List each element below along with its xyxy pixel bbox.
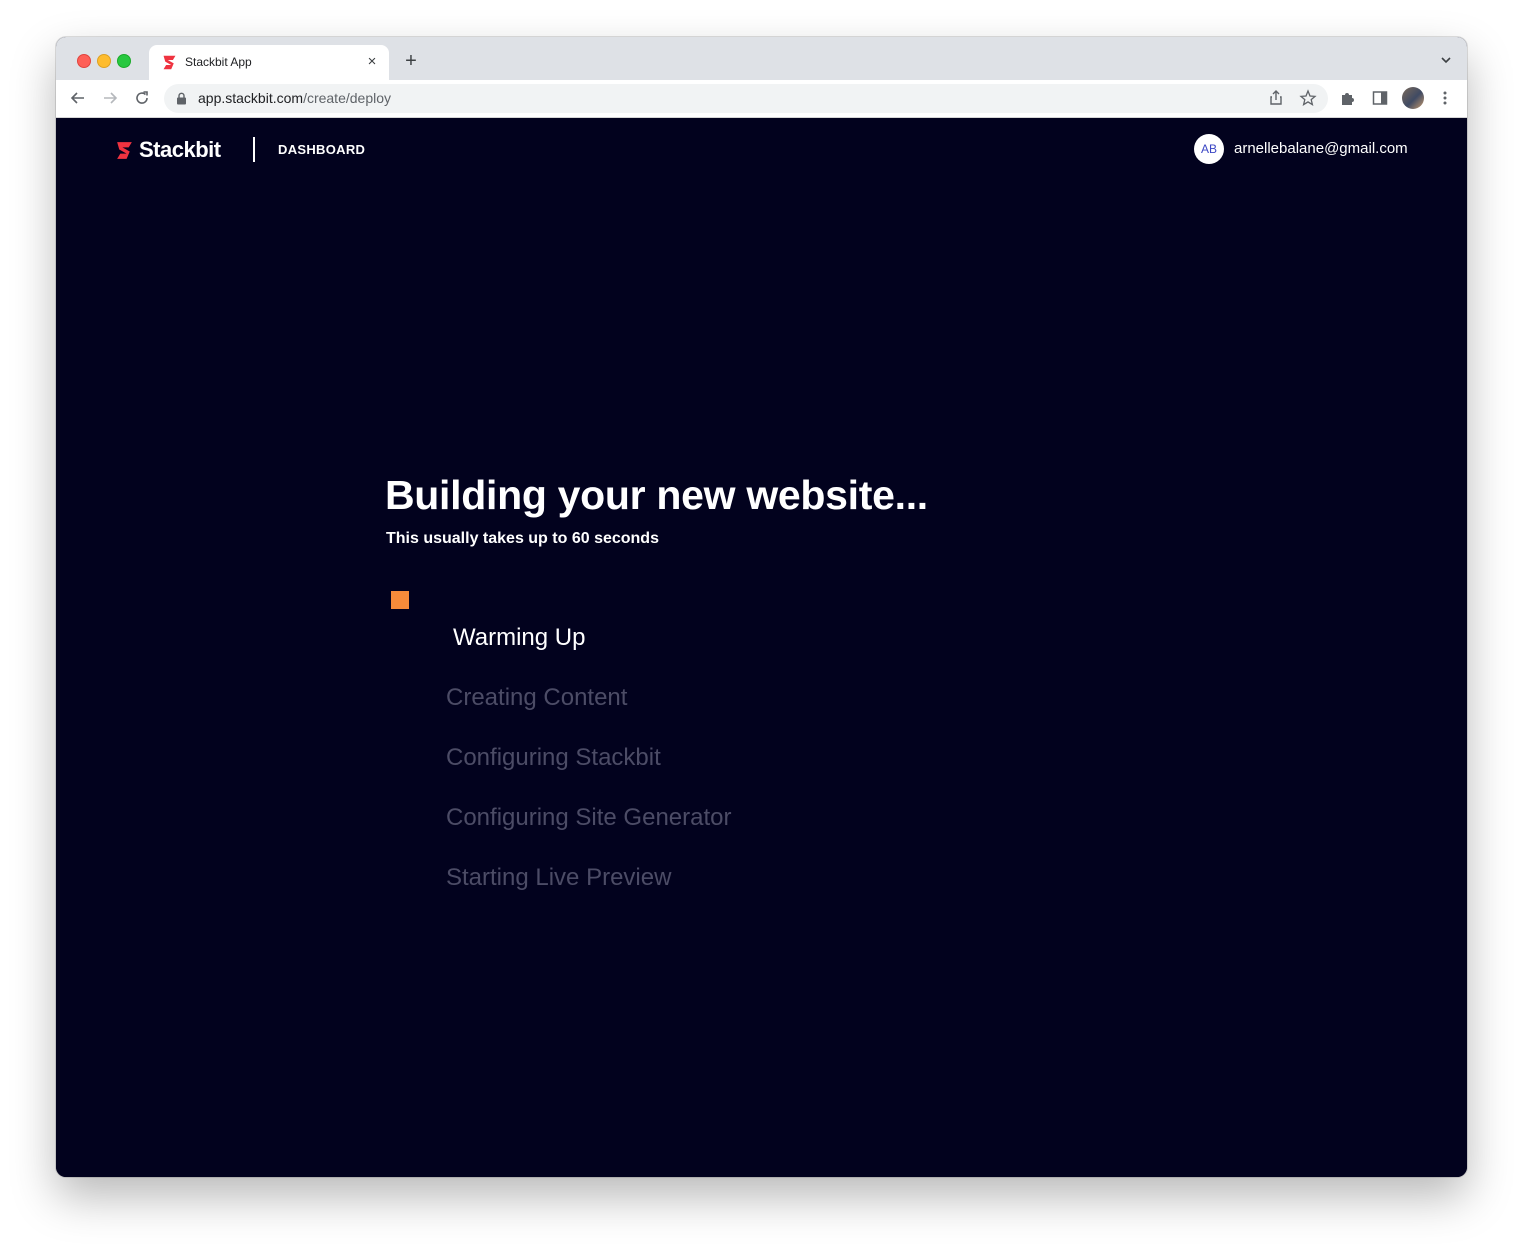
arrow-left-icon[interactable] xyxy=(69,89,87,107)
tab-strip: Stackbit App × + xyxy=(56,37,1467,80)
user-email[interactable]: arnellebalane@gmail.com xyxy=(1234,140,1408,157)
step-creating-content: Creating Content xyxy=(446,684,628,711)
puzzle-icon[interactable] xyxy=(1339,89,1357,107)
zoom-window-button[interactable] xyxy=(117,54,131,68)
user-avatar[interactable]: AB xyxy=(1194,134,1224,164)
tab-stackbit-app[interactable]: Stackbit App × xyxy=(149,45,389,80)
step-starting-live-preview: Starting Live Preview xyxy=(446,864,672,891)
step-warming-up: Warming Up xyxy=(453,624,586,651)
progress-indicator xyxy=(391,591,409,609)
header-divider xyxy=(253,137,255,162)
new-tab-button[interactable]: + xyxy=(400,51,422,73)
tab-close-icon[interactable]: × xyxy=(363,53,381,71)
browser-toolbar: app.stackbit.com/create/deploy xyxy=(56,80,1467,118)
tab-title: Stackbit App xyxy=(185,55,252,69)
page-subtitle: This usually takes up to 60 seconds xyxy=(386,530,659,547)
kebab-menu-icon[interactable] xyxy=(1436,89,1454,107)
reload-icon[interactable] xyxy=(133,89,151,107)
brand-name: Stackbit xyxy=(139,137,221,162)
browser-window: Stackbit App × + app.stackbit.com/create… xyxy=(56,37,1467,1177)
share-icon[interactable] xyxy=(1267,89,1285,107)
brand-logo-link[interactable]: Stackbit xyxy=(114,137,221,162)
step-configuring-stackbit: Configuring Stackbit xyxy=(446,744,661,771)
star-icon[interactable] xyxy=(1299,89,1317,107)
profile-avatar[interactable] xyxy=(1402,87,1424,109)
minimize-window-button[interactable] xyxy=(97,54,111,68)
chevron-down-icon[interactable] xyxy=(1439,53,1453,67)
url-text: app.stackbit.com/create/deploy xyxy=(198,90,391,106)
app-page: Stackbit DASHBOARD AB arnellebalane@gmai… xyxy=(56,118,1467,1177)
stackbit-logo-icon xyxy=(117,141,132,159)
dashboard-link[interactable]: DASHBOARD xyxy=(278,142,365,157)
url-host: app.stackbit.com xyxy=(198,90,304,106)
lock-icon xyxy=(177,92,186,105)
url-path: /create/deploy xyxy=(303,90,392,106)
page-title: Building your new website... xyxy=(385,472,928,518)
close-window-button[interactable] xyxy=(77,54,91,68)
stackbit-logo-icon xyxy=(163,55,176,70)
step-configuring-site-generator: Configuring Site Generator xyxy=(446,804,732,831)
arrow-right-icon[interactable] xyxy=(101,89,119,107)
address-bar[interactable]: app.stackbit.com/create/deploy xyxy=(164,84,1328,113)
side-panel-icon[interactable] xyxy=(1371,89,1389,107)
